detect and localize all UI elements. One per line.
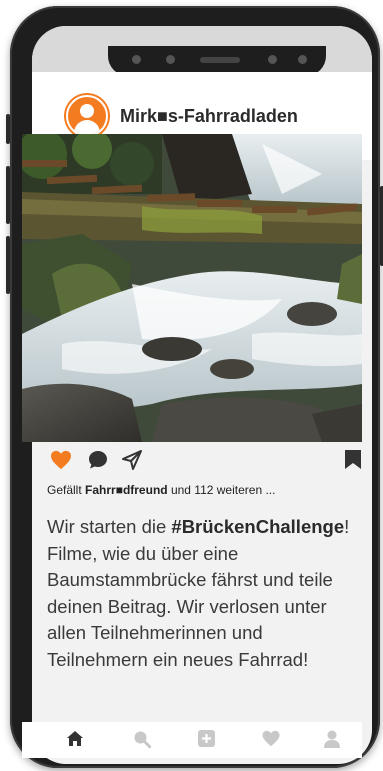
- likes-suffix[interactable]: und 112 weiteren ...: [168, 483, 276, 497]
- sensor-dot: [298, 55, 307, 64]
- home-icon[interactable]: [66, 730, 84, 747]
- caption-text-after: ! Filme, wie du über eine Baumstammbrück…: [47, 516, 350, 670]
- heart-icon[interactable]: [50, 450, 72, 470]
- bottom-tab-bar: [22, 722, 362, 758]
- volume-down-button: [6, 236, 10, 294]
- sensor-dot: [132, 55, 141, 64]
- account-name[interactable]: Mirk■s-Fahrradladen: [120, 106, 298, 127]
- speaker-grille: [200, 57, 240, 63]
- mute-switch: [6, 114, 10, 144]
- likes-user[interactable]: Fahrr■dfreund: [85, 483, 168, 497]
- search-icon[interactable]: [133, 730, 151, 748]
- camera-dot: [166, 55, 175, 64]
- caption-text-before: Wir starten die: [47, 516, 172, 537]
- comment-icon[interactable]: [88, 450, 108, 470]
- add-post-icon[interactable]: [198, 730, 215, 747]
- sensor-dot: [268, 55, 277, 64]
- profile-icon[interactable]: [324, 730, 340, 748]
- post-photo[interactable]: [22, 134, 362, 442]
- hashtag[interactable]: #BrückenChallenge: [171, 516, 344, 537]
- likes-prefix: Gefällt: [47, 483, 86, 497]
- post-caption: Wir starten die #BrückenChallenge! Filme…: [47, 514, 365, 673]
- likes-line: Gefällt Fahrr■dfreund und 112 weiteren .…: [47, 483, 275, 497]
- waterfall-log-bridge-image: [22, 134, 362, 442]
- volume-up-button: [6, 166, 10, 224]
- bookmark-icon[interactable]: [345, 450, 361, 469]
- send-icon[interactable]: [122, 450, 142, 470]
- activity-heart-icon[interactable]: [261, 730, 281, 747]
- avatar[interactable]: [66, 95, 108, 137]
- post-actions: [22, 442, 362, 476]
